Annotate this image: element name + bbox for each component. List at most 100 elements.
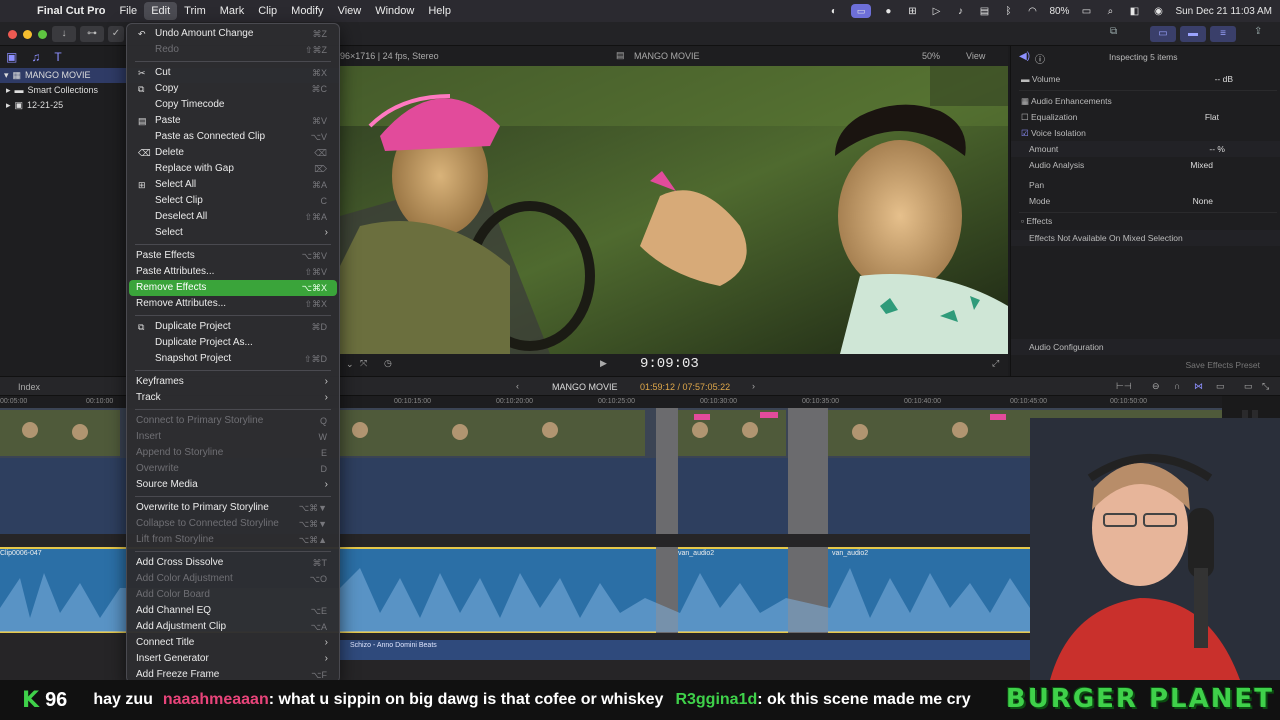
menu-item-duplicate-project[interactable]: ⧉ Duplicate Project ⌘D (129, 319, 337, 335)
menu-item-select[interactable]: Select › (129, 225, 337, 241)
wifi-icon[interactable]: ◠ (1025, 6, 1039, 17)
menu-view[interactable]: View (331, 2, 369, 20)
menu-item-replace-with-gap[interactable]: Replace with Gap ⌦ (129, 161, 337, 177)
menu-item-paste-attributes[interactable]: Paste Attributes... ⇧⌘V (129, 264, 337, 280)
photos-icon[interactable]: ♫ (31, 50, 40, 64)
share-icon[interactable]: ⇪ (1254, 26, 1262, 42)
menu-item-connect-title[interactable]: Connect Title › (129, 635, 337, 651)
video-viewer[interactable] (340, 66, 1008, 354)
history-forward-icon[interactable]: › (752, 381, 755, 391)
menu-item-delete[interactable]: ⌫ Delete ⌫ (129, 145, 337, 161)
menu-item-snapshot-project[interactable]: Snapshot Project ⇧⌘D (129, 351, 337, 367)
menu-item-copy[interactable]: ⧉ Copy ⌘C (129, 81, 337, 97)
screen: Final Cut Pro File Edit Trim Mark Clip M… (0, 0, 1280, 720)
timeline-toggle-icon[interactable]: ▬ (1180, 26, 1206, 42)
clipboard-icon[interactable]: ▤ (977, 6, 991, 17)
info-icon[interactable]: ⓘ (1035, 51, 1045, 66)
mode-select[interactable]: None (1193, 193, 1213, 209)
disclosure-icon[interactable]: ▾ (4, 68, 9, 83)
circle-icon[interactable]: ● (881, 6, 895, 17)
history-back-icon[interactable]: ‹ (516, 381, 519, 391)
titles-icon[interactable]: T (54, 50, 61, 64)
audio-config-row[interactable]: Audio Configuration (1011, 339, 1280, 355)
play-status-icon[interactable]: ▷ (929, 6, 943, 17)
index-icon[interactable]: ▭ (1244, 381, 1253, 392)
timeline-project-name[interactable]: MANGO MOVIE (552, 382, 618, 392)
voice-isolation-checkbox[interactable]: ☑ (1021, 128, 1031, 138)
menu-item-copy-timecode[interactable]: Copy Timecode (129, 97, 337, 113)
check-icon[interactable]: ✓ (108, 26, 124, 42)
menu-item-duplicate-project-as[interactable]: Duplicate Project As... (129, 335, 337, 351)
zoom-out-icon[interactable]: ⊖ (1152, 381, 1160, 392)
amount-value[interactable]: -- % (1209, 141, 1225, 157)
screen-record-icon[interactable]: ▭ (850, 4, 872, 18)
menu-clip[interactable]: Clip (251, 2, 284, 20)
save-preset-button[interactable]: Save Effects Preset (1186, 360, 1261, 370)
volume-value[interactable]: -- dB (1215, 71, 1233, 87)
menu-help[interactable]: Help (421, 2, 458, 20)
menu-item-source-media[interactable]: Source Media › (129, 477, 337, 493)
menu-item-cut[interactable]: ✂ Cut ⌘X (129, 65, 337, 81)
index-button[interactable]: Index (18, 382, 40, 392)
menu-file[interactable]: File (112, 2, 144, 20)
layout-icon[interactable]: ⧉ (1110, 26, 1117, 42)
switch-icon[interactable]: ◧ (1127, 6, 1141, 17)
zoom-select[interactable]: 50% (922, 51, 940, 61)
menu-item-add-channel-eq[interactable]: Add Channel EQ ⌥E (129, 603, 337, 619)
menu-item-deselect-all[interactable]: Deselect All ⇧⌘A (129, 209, 337, 225)
close-window-button[interactable] (8, 30, 17, 39)
clip-appearance-icon[interactable]: ⊢⊣ (1116, 381, 1132, 392)
menu-item-add-adjustment-clip[interactable]: Add Adjustment Clip ⌥A (129, 619, 337, 635)
audio-skimming-icon[interactable]: ∩ (1174, 381, 1180, 391)
menu-item-select-all[interactable]: ⊞ Select All ⌘A (129, 177, 337, 193)
libraries-icon[interactable]: ▣ (6, 50, 17, 64)
close-icon[interactable]: ⤡ (1262, 381, 1269, 392)
menu-item-add-cross-dissolve[interactable]: Add Cross Dissolve ⌘T (129, 555, 337, 571)
menu-item-paste-effects[interactable]: Paste Effects ⌥⌘V (129, 248, 337, 264)
menu-item-overwrite-to-primary-storyline[interactable]: Overwrite to Primary Storyline ⌥⌘▼ (129, 500, 337, 516)
solo-icon[interactable]: ▭ (1216, 381, 1225, 392)
control-center-icon[interactable]: ◐ (827, 6, 841, 17)
menu-mark[interactable]: Mark (213, 2, 251, 20)
import-icon[interactable]: ↓ (52, 26, 76, 42)
menu-item-undo-amount-change[interactable]: ↶ Undo Amount Change ⌘Z (129, 26, 337, 42)
siri-icon[interactable]: ◉ (1151, 6, 1165, 17)
menu-item-insert-generator[interactable]: Insert Generator › (129, 651, 337, 667)
play-icon[interactable]: ▶ (600, 358, 607, 369)
battery-icon[interactable]: ▭ (1079, 6, 1093, 17)
fullscreen-icon[interactable]: ⤢ (992, 358, 999, 369)
browser-toggle-icon[interactable]: ▭ (1150, 26, 1176, 42)
equalization-checkbox[interactable]: ☐ (1021, 112, 1031, 122)
menu-edit[interactable]: Edit (144, 2, 178, 20)
transform-icon[interactable]: ⤧ (360, 358, 367, 369)
audio-inspector-icon[interactable]: ◀) (1019, 51, 1030, 62)
menu-item-paste-as-connected-clip[interactable]: Paste as Connected Clip ⌥V (129, 129, 337, 145)
search-icon[interactable]: ⌕ (1103, 6, 1117, 17)
menu-modify[interactable]: Modify (284, 2, 330, 20)
snapping-icon[interactable]: ⋈ (1194, 381, 1203, 392)
view-menu[interactable]: View (966, 51, 985, 61)
grid-icon[interactable]: ⊞ (905, 6, 919, 17)
zoom-window-button[interactable] (38, 30, 47, 39)
minimize-window-button[interactable] (23, 30, 32, 39)
menu-item-keyframes[interactable]: Keyframes › (129, 374, 337, 390)
inspector-toggle-icon[interactable]: ≡ (1210, 26, 1236, 42)
disclosure-icon[interactable]: ▸ (6, 98, 11, 113)
menu-item-paste[interactable]: ▤ Paste ⌘V (129, 113, 337, 129)
bluetooth-icon[interactable]: ᛒ (1001, 6, 1015, 17)
clock[interactable]: Sun Dec 21 11:03 AM (1175, 6, 1272, 17)
menu-item-select-clip[interactable]: Select Clip C (129, 193, 337, 209)
volume-icon[interactable]: ♪ (953, 6, 967, 17)
equalization-select[interactable]: Flat (1205, 109, 1219, 125)
menu-item-track[interactable]: Track › (129, 390, 337, 406)
menu-item-remove-effects[interactable]: Remove Effects ⌥⌘X (129, 280, 337, 296)
keyword-icon[interactable]: ⊶ (80, 26, 104, 42)
speed-icon[interactable]: ◷ (384, 358, 392, 369)
view-options-icon[interactable]: ⌄ (346, 359, 354, 370)
menu-window[interactable]: Window (368, 2, 421, 20)
disclosure-icon[interactable]: ▸ (6, 83, 11, 98)
folder-icon: ▬ (14, 85, 24, 95)
menu-app-name[interactable]: Final Cut Pro (30, 2, 112, 20)
menu-trim[interactable]: Trim (177, 2, 213, 20)
menu-item-remove-attributes[interactable]: Remove Attributes... ⇧⌘X (129, 296, 337, 312)
